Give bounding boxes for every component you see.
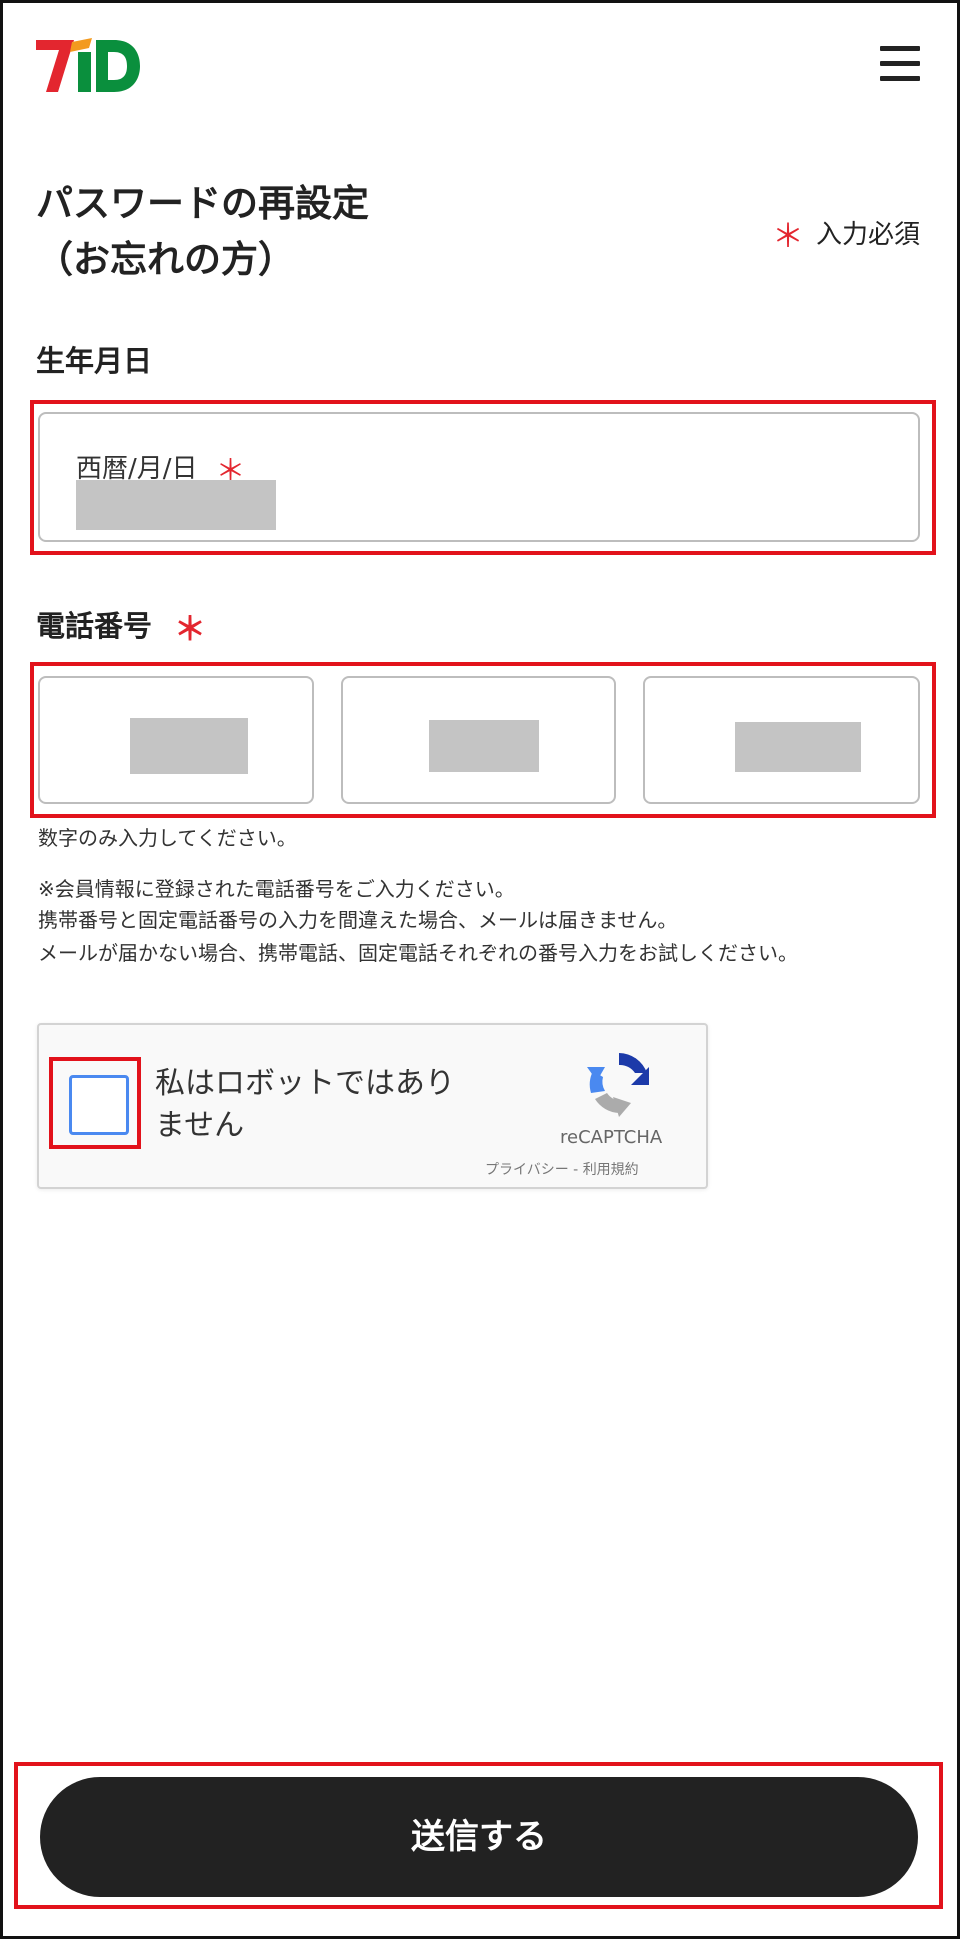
recaptcha-link-separator: - <box>568 1162 583 1178</box>
recaptcha-privacy-link[interactable]: プライバシー <box>485 1162 569 1178</box>
birthday-section-label: 生年月日 <box>36 338 152 380</box>
phone-3-masked-value <box>735 722 861 772</box>
recaptcha-checkbox-highlight <box>49 1057 141 1149</box>
7id-logo <box>36 38 140 92</box>
page-title-line1: パスワードの再設定 <box>36 182 369 225</box>
recaptcha-logo-icon <box>587 1053 649 1117</box>
phone-2-masked-value <box>429 720 539 772</box>
phone-input-3[interactable] <box>643 676 920 804</box>
hamburger-menu-icon[interactable] <box>878 44 922 84</box>
recaptcha-label: 私はロボットではあり ません <box>155 1063 455 1147</box>
recaptcha-terms-link[interactable]: 利用規約 <box>583 1162 639 1178</box>
phone-note-1: ※会員情報に登録された電話番号をご入力ください。 <box>38 877 515 901</box>
recaptcha-links: プライバシー - 利用規約 <box>485 1159 639 1179</box>
phone-1-masked-value <box>130 718 248 774</box>
recaptcha-label-line1: 私はロボットではあり <box>155 1066 455 1101</box>
phone-section-label: 電話番号 ＊ <box>36 600 207 648</box>
page-frame <box>0 0 960 1939</box>
page-title-line2: （お忘れの方） <box>36 238 295 281</box>
recaptcha-label-line2: ません <box>155 1108 245 1143</box>
required-note-label: 入力必須 <box>816 220 921 250</box>
phone-note-2: 携帯番号と固定電話番号の入力を間違えた場合、メールは届きません。 <box>38 908 678 932</box>
phone-required-star-icon: ＊ <box>174 610 207 648</box>
phone-note-3: メールが届かない場合、携帯電話、固定電話それぞれの番号入力をお試しください。 <box>38 941 798 965</box>
recaptcha-brand: reCAPTCHA <box>560 1127 663 1148</box>
birthday-section-label-text: 生年月日 <box>36 344 153 378</box>
phone-section-label-text: 電話番号 <box>36 609 153 643</box>
phone-input-2[interactable] <box>341 676 616 804</box>
phone-input-1[interactable] <box>38 676 314 804</box>
required-star-icon: ＊ <box>772 217 805 255</box>
required-note: ＊ 入力必須 <box>772 207 921 255</box>
birthday-masked-value <box>76 480 276 530</box>
page-title: パスワードの再設定 （お忘れの方） <box>36 176 556 288</box>
submit-button[interactable]: 送信する <box>40 1777 918 1897</box>
phone-hint: 数字のみ入力してください。 <box>38 826 297 850</box>
birthday-input[interactable]: 西暦/月/日＊ <box>38 412 920 542</box>
